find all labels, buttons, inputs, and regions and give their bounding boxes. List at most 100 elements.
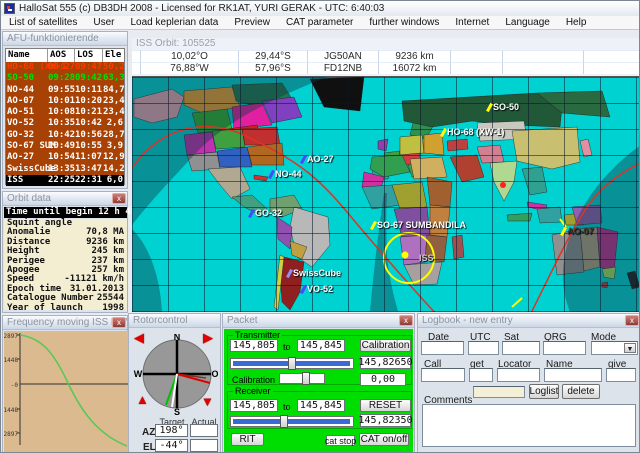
close-icon[interactable]: x [112,193,126,204]
el-label: EL [143,442,156,453]
svg-text:-2897: -2897 [4,431,18,438]
menu-item-user[interactable]: User [85,17,122,28]
map-label-layer: SO-50 HO-68 (XW-1) AO-27 NO-44 GO-32 Swi… [132,77,640,312]
menu-item-list-of-satellites[interactable]: List of satellites [1,17,85,28]
satellite-marker-icon [300,154,307,163]
date-input[interactable] [421,341,464,355]
az-label: AZ [142,427,155,438]
calibration-label: Calibration [232,375,275,385]
close-icon[interactable]: x [112,317,126,328]
satellite-marker-icon [486,102,493,111]
table-row-iss[interactable]: ISS22:2522:316,0 [6,175,124,186]
compass-east-label: O [211,369,218,379]
close-icon[interactable]: x [399,315,413,326]
rx-frequency-slider[interactable] [230,416,354,427]
svg-text:-0: -0 [11,382,19,389]
svg-text:2897: 2897 [4,333,18,340]
close-icon[interactable]: x [625,315,639,326]
utc-input[interactable] [468,341,499,355]
window-titlebar: HalloSat 555 (c) DB3DH 2008 - Licensed f… [1,1,640,16]
frequency-panel-title: Frequency moving ISS DOWN... x [3,316,127,330]
table-row[interactable]: SO-67 SUM10:4910:553,9 [6,141,124,152]
calibration-button[interactable]: Calibration [360,339,411,352]
app-icon [4,3,15,14]
quick-entry-input[interactable] [473,386,525,398]
map-satellite-label: SO-67 SUMBANDILA [372,220,466,230]
rotate-left-button[interactable]: ◀ [134,331,144,344]
rotate-right-button[interactable]: ▶ [203,331,213,344]
map-satellite-label: HO-68 (XW-1) [442,127,504,137]
table-row[interactable]: SO-5009:2809:4263,3 [6,73,124,84]
packet-body: Transmitter 145,805 to 145,845 Calibrati… [224,329,413,452]
tx-freq-to-field[interactable]: 145,845 [297,339,345,352]
give-input[interactable] [606,368,636,382]
satellite-marker-icon [412,253,419,262]
orbit-data-list: Squint angle Anomalie70,8 MA Distance923… [4,219,127,310]
calibration-slider-thumb[interactable] [302,372,310,385]
iss-longitude-2: 76,88°W [141,62,239,74]
time-until-begin-banner: Time until begin 12 h 45 min [4,207,127,218]
satellite-marker-icon [248,208,255,217]
orbit-data-panel: Orbit data x Time until begin 12 h 45 mi… [2,191,128,313]
tx-slider-thumb[interactable] [288,357,296,370]
delete-button[interactable]: delete [562,384,600,399]
chevron-down-icon[interactable]: ▼ [624,343,636,353]
get-input[interactable] [469,368,493,382]
sat-input[interactable] [502,341,540,355]
cat-onoff-button[interactable]: CAT on/off [359,433,409,446]
satellite-marker-icon [440,127,447,136]
compass-south-label: S [174,407,180,416]
doppler-frequency-panel: Frequency moving ISS DOWN... x 2897 1448… [2,315,128,453]
table-row[interactable]: VO-5210:3510:422,6 [6,118,124,129]
az-actual-value [190,424,218,437]
az-target-value[interactable]: 198° [155,424,188,437]
iss-position-row-1: 10,02°O 29,44°S JG50AN 9236 km [132,50,640,62]
rx-freq-to-field[interactable]: 145,845 [297,399,345,412]
reset-button[interactable]: RESET [360,399,411,412]
table-row[interactable]: AO-5110:0810:2123,4 [6,107,124,118]
elevation-up-button[interactable]: ▲ [136,393,149,406]
menu-item-cat-parameter[interactable]: CAT parameter [278,17,361,28]
orbit-row: Year of launch1998 [4,304,127,313]
compass-west-label: W [134,369,143,379]
pass-table-header: Name AOS LOS Ele [6,49,124,62]
cat-stop-indicator[interactable]: cat stop [326,435,355,446]
orbit-panel-title: Orbit data x [3,192,127,206]
menu-item-load-keplerian-data[interactable]: Load keplerian data [123,17,227,28]
satellite-marker-icon [300,284,307,293]
table-row[interactable]: SwissCube13:3513:4714,2 [6,164,124,175]
menu-item-internet[interactable]: Internet [447,17,497,28]
menu-item-language[interactable]: Language [497,17,558,28]
mode-select[interactable]: ▼ [591,341,638,355]
name-input[interactable] [544,368,602,382]
el-target-value[interactable]: -44° [155,439,188,452]
calibration-value: 0,00 [360,373,406,386]
table-row[interactable]: GO-3210:4210:5628,7 [6,130,124,141]
rit-button[interactable]: RIT [231,433,264,446]
satellite-marker-icon [286,268,293,277]
elevation-down-button[interactable]: ▼ [201,395,214,408]
tx-freq-from-field[interactable]: 145,805 [230,339,278,352]
locator-input[interactable] [497,368,540,382]
table-row[interactable]: HO-68 (XW-109:2709:4750,2 [6,62,124,73]
menu-item-preview[interactable]: Preview [226,17,278,28]
comments-textarea[interactable] [422,404,636,447]
menu-item-help[interactable]: Help [558,17,595,28]
rx-slider-thumb[interactable] [280,415,288,428]
iss-locator: JG50AN [308,50,379,62]
table-row[interactable]: AO-0710:0110:2023,4 [6,96,124,107]
table-row[interactable]: NO-4409:5510:1184,7 [6,85,124,96]
qrg-input[interactable] [543,341,586,355]
afu-panel: AFU-funktionierende Name AOS LOS Ele HO-… [2,31,128,189]
tx-to-label: to [283,342,291,352]
table-row[interactable]: AO-2710:5411:0712,9 [6,152,124,163]
loglist-button[interactable]: Loglist [529,384,559,399]
world-map[interactable]: SO-50 HO-68 (XW-1) AO-27 NO-44 GO-32 Swi… [132,76,640,311]
tx-frequency-slider[interactable] [230,358,354,369]
rx-freq-from-field[interactable]: 145,805 [230,399,278,412]
menu-item-further-windows[interactable]: further windows [361,17,447,28]
satellite-pass-table[interactable]: Name AOS LOS Ele HO-68 (XW-109:2709:4750… [5,48,125,185]
calibration-slider[interactable] [279,373,325,384]
iss-orbit-title: ISS Orbit: 105525 [132,38,640,50]
call-input[interactable] [421,368,465,382]
